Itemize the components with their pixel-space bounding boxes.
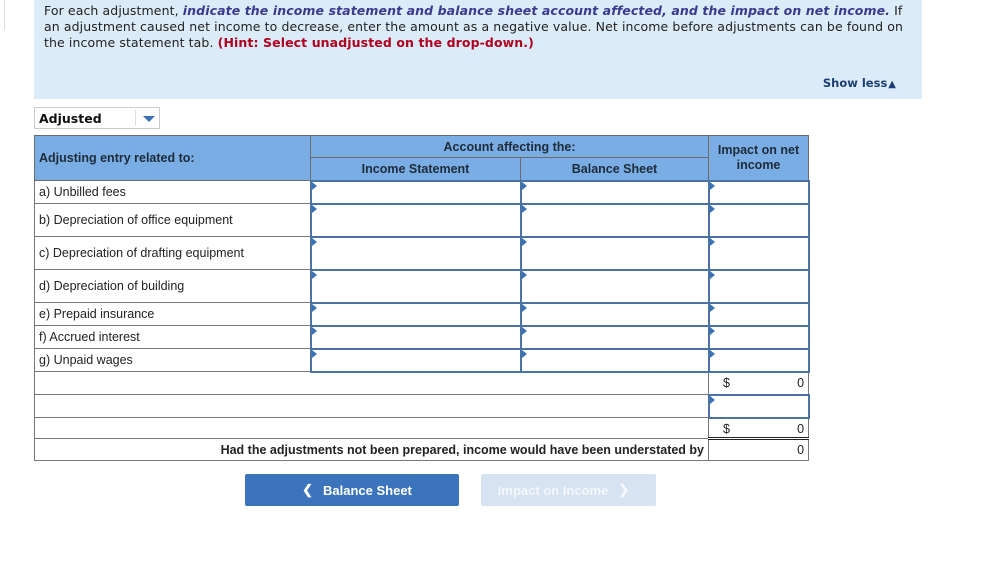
instructions-intro: For each adjustment, <box>44 3 183 18</box>
impact-input[interactable] <box>707 347 810 373</box>
header-impact: Impact on net income <box>708 135 810 181</box>
income-statement-select[interactable] <box>309 268 522 304</box>
income-statement-select[interactable] <box>309 202 522 238</box>
summary-row: Had the adjustments not been prepared, i… <box>33 438 810 461</box>
dropdown-flag-icon <box>311 270 317 279</box>
total-2-cell: $0 <box>708 417 810 440</box>
dropdown-flag-icon <box>521 303 527 312</box>
dropdown-flag-icon <box>521 204 527 213</box>
input-flag-icon <box>709 349 715 358</box>
dropdown-flag-icon <box>521 181 527 190</box>
chevron-down-icon <box>143 116 155 122</box>
instructions-panel: For each adjustment, indicate the income… <box>34 0 922 99</box>
extra-input[interactable] <box>707 393 810 419</box>
show-less-label: Show less <box>822 76 888 90</box>
balance-sheet-select[interactable] <box>519 179 710 205</box>
impact-input[interactable] <box>707 301 810 327</box>
summary-value: 0 <box>797 443 805 457</box>
dropdown-separator <box>135 110 136 126</box>
next-impact-on-income-button[interactable]: Impact on Income ❯ <box>481 474 656 506</box>
row-label: f) Accrued interest <box>34 325 311 349</box>
table-row: f) Accrued interest <box>34 324 810 350</box>
table-row: c) Depreciation of drafting equipment <box>34 235 810 271</box>
impact-input[interactable] <box>707 179 810 205</box>
total-1-value: 0 <box>797 375 805 390</box>
summary-value-cell: 0 <box>708 438 810 461</box>
header-balance-sheet: Balance Sheet <box>519 157 710 181</box>
input-flag-icon <box>709 181 715 190</box>
table-row: g) Unpaid wages <box>34 347 810 373</box>
balance-sheet-select[interactable] <box>519 268 710 304</box>
header-income-statement: Income Statement <box>310 157 521 181</box>
instructions-hint: (Hint: Select unadjusted on the drop-dow… <box>217 35 534 50</box>
show-less-button[interactable]: Show less▲ <box>823 76 896 90</box>
summary-label: Had the adjustments not been prepared, i… <box>33 438 710 461</box>
income-statement-select[interactable] <box>309 347 522 373</box>
input-flag-icon <box>709 237 715 246</box>
row-label: b) Depreciation of office equipment <box>34 203 311 237</box>
total-row-2: $0 <box>33 417 810 440</box>
left-edge-divider <box>0 0 5 30</box>
total-2-value: 0 <box>797 421 805 436</box>
row-label: d) Depreciation of building <box>34 269 311 303</box>
balance-sheet-select[interactable] <box>519 301 710 327</box>
balance-sheet-select[interactable] <box>519 235 710 271</box>
instructions-emphasis: indicate the income statement and balanc… <box>182 3 891 18</box>
input-row <box>33 393 810 419</box>
table-row: a) Unbilled fees <box>34 179 810 205</box>
input-flag-icon <box>709 270 715 279</box>
adjusted-dropdown[interactable]: Adjusted <box>34 107 160 129</box>
dropdown-value: Adjusted <box>39 111 102 126</box>
chevron-left-icon: ❮ <box>302 482 314 497</box>
input-flag-icon <box>709 395 715 404</box>
dropdown-flag-icon <box>521 326 527 335</box>
input-flag-icon <box>709 303 715 312</box>
currency-symbol: $ <box>723 421 730 436</box>
dropdown-flag-icon <box>311 204 317 213</box>
balance-sheet-select[interactable] <box>519 347 710 373</box>
income-statement-select[interactable] <box>309 179 522 205</box>
header-account-group: Account affecting the: <box>309 135 710 158</box>
income-statement-select[interactable] <box>309 235 522 271</box>
dropdown-flag-icon <box>311 181 317 190</box>
adjustments-table: Adjusting entry related to: Account affe… <box>33 135 810 461</box>
header-entry: Adjusting entry related to: <box>34 135 311 181</box>
income-statement-select[interactable] <box>309 301 522 327</box>
table-row: e) Prepaid insurance <box>34 301 810 327</box>
row-label: g) Unpaid wages <box>34 348 311 372</box>
blank-cell <box>33 417 710 439</box>
dropdown-flag-icon <box>521 237 527 246</box>
impact-input[interactable] <box>707 235 810 271</box>
blank-cell <box>33 394 710 418</box>
total-1-cell: $0 <box>708 371 810 395</box>
balance-sheet-select[interactable] <box>519 202 710 238</box>
blank-cell <box>33 371 710 395</box>
total-row-1: $0 <box>33 371 810 395</box>
impact-input[interactable] <box>707 202 810 238</box>
prev-button-label: Balance Sheet <box>323 482 412 498</box>
row-label: c) Depreciation of drafting equipment <box>34 236 311 270</box>
table-row: b) Depreciation of office equipment <box>34 202 810 238</box>
instructions-text: For each adjustment, indicate the income… <box>44 3 914 51</box>
triangle-up-icon: ▲ <box>888 79 896 90</box>
prev-balance-sheet-button[interactable]: ❮ Balance Sheet <box>245 474 459 506</box>
dropdown-flag-icon <box>311 326 317 335</box>
next-button-label: Impact on Income <box>497 482 609 498</box>
input-flag-icon <box>709 326 715 335</box>
balance-sheet-select[interactable] <box>519 324 710 350</box>
dropdown-flag-icon <box>311 237 317 246</box>
dropdown-flag-icon <box>521 270 527 279</box>
row-label: e) Prepaid insurance <box>34 302 311 326</box>
impact-input[interactable] <box>707 324 810 350</box>
row-label: a) Unbilled fees <box>34 180 311 204</box>
dropdown-flag-icon <box>311 303 317 312</box>
currency-symbol: $ <box>723 375 730 390</box>
table-row: d) Depreciation of building <box>34 268 810 304</box>
dropdown-flag-icon <box>521 349 527 358</box>
impact-input[interactable] <box>707 268 810 304</box>
input-flag-icon <box>709 204 715 213</box>
income-statement-select[interactable] <box>309 324 522 350</box>
chevron-right-icon: ❯ <box>618 482 630 497</box>
dropdown-flag-icon <box>311 349 317 358</box>
